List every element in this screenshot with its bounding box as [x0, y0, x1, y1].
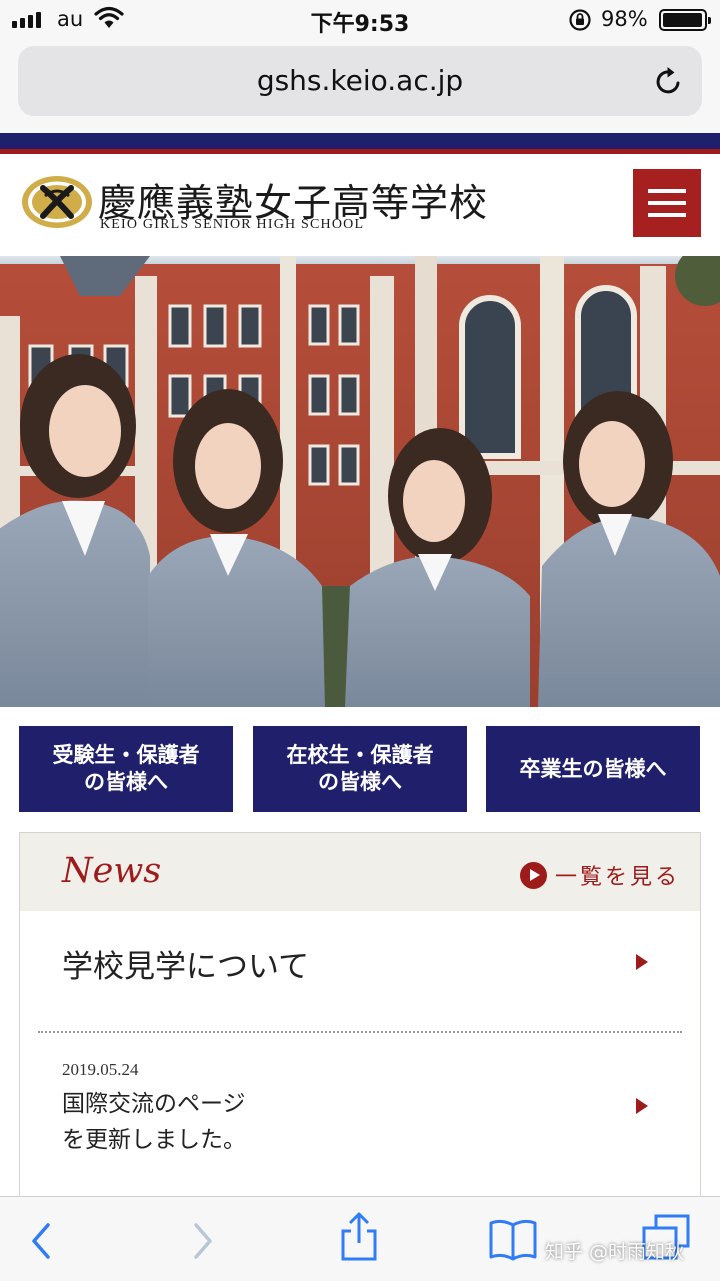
- back-icon[interactable]: [28, 1221, 56, 1261]
- share-icon[interactable]: [338, 1211, 380, 1263]
- prospective-students-button[interactable]: 受験生・保護者 の皆様へ: [19, 726, 233, 812]
- address-bar[interactable]: gshs.keio.ac.jp: [18, 46, 702, 116]
- school-emblem-icon[interactable]: [20, 174, 94, 230]
- news-divider: [38, 1031, 682, 1033]
- current-students-button[interactable]: 在校生・保護者 の皆様へ: [253, 726, 467, 812]
- news-item-text[interactable]: 学校見学について: [62, 941, 309, 986]
- news-item-date: 2019.05.24: [62, 1060, 139, 1079]
- header-stripe-navy: [0, 133, 720, 149]
- site-header: 慶應義塾女子高等学校 KEIO GIRLS SENIOR HIGH SCHOOL: [0, 154, 720, 256]
- hamburger-menu-button[interactable]: [633, 169, 701, 237]
- play-circle-icon: [520, 861, 547, 889]
- browser-address-area: gshs.keio.ac.jp: [0, 40, 720, 133]
- alumni-button[interactable]: 卒業生の皆様へ: [486, 726, 700, 812]
- watermark-text: 知乎 @时雨知秋: [545, 1241, 685, 1263]
- hero-photo-illustration: [0, 256, 720, 707]
- orientation-lock-icon: [569, 9, 591, 31]
- status-bar: au 下午9:53 98%: [0, 0, 720, 40]
- news-title: News: [62, 851, 162, 891]
- news-header: News 一覧を見る: [20, 833, 700, 911]
- news-view-all-link[interactable]: 一覧を見る: [520, 859, 680, 891]
- battery-percent: 98%: [601, 7, 648, 31]
- battery-icon: [659, 9, 711, 31]
- chevron-right-icon: [636, 954, 648, 970]
- forward-icon[interactable]: [188, 1221, 216, 1261]
- chevron-right-icon: [636, 1098, 648, 1114]
- hero-photo: [0, 256, 720, 707]
- bookmarks-icon[interactable]: [488, 1217, 538, 1261]
- news-view-all-label: 一覧を見る: [555, 865, 681, 890]
- school-name-en: KEIO GIRLS SENIOR HIGH SCHOOL: [100, 217, 365, 232]
- news-item-text[interactable]: 国際交流のページ を更新しました。: [62, 1086, 246, 1158]
- reload-icon[interactable]: [652, 64, 686, 98]
- url-text[interactable]: gshs.keio.ac.jp: [18, 64, 702, 97]
